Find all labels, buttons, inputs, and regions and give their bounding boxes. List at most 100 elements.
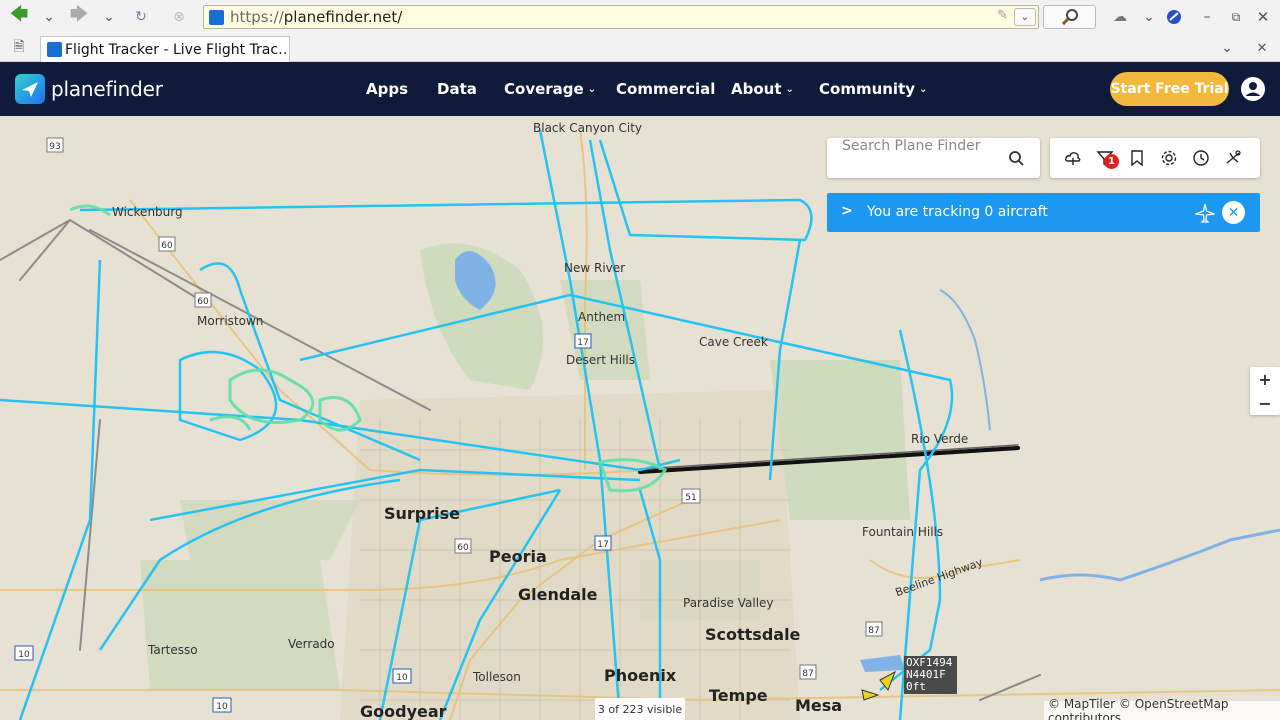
route-shield: 17 (597, 540, 608, 550)
place-label: Black Canyon City (533, 121, 643, 135)
search-icon[interactable] (1009, 151, 1024, 166)
chevron-down-icon: ⌄ (785, 83, 794, 95)
route-shield: 93 (49, 142, 60, 152)
route-shield: 60 (197, 297, 209, 307)
route-shield: 60 (161, 241, 173, 251)
stop-icon[interactable]: ⊗ (168, 6, 190, 28)
back-icon[interactable]: 🡄 (8, 4, 30, 28)
account-icon[interactable] (1241, 77, 1265, 101)
planefinder-logo[interactable]: planefinder (15, 74, 163, 104)
tab-flight-tracker[interactable]: Flight Tracker - Live Flight Trac… (40, 36, 290, 62)
extension-icon[interactable]: ☁ (1109, 6, 1131, 28)
bookmark-pen-icon[interactable]: ✎ (997, 8, 1008, 23)
tab-close-icon[interactable]: ✕ (1251, 37, 1273, 59)
visible-aircraft-count: 3 of 223 visible (595, 698, 685, 720)
magnifier-icon (1061, 9, 1078, 25)
place-label: Paradise Valley (683, 596, 774, 610)
site-header: planefinder Apps Data Coverage ⌄ Commerci… (0, 62, 1280, 116)
browser-search-button[interactable] (1043, 5, 1096, 29)
place-label: Goodyear (360, 702, 447, 720)
nav-community[interactable]: Community ⌄ (819, 62, 927, 116)
zoom-control: + − (1250, 367, 1280, 415)
route-shield: 51 (685, 493, 696, 503)
route-shield: 17 (577, 338, 588, 348)
place-label: Tempe (709, 686, 768, 705)
place-label: Anthem (578, 310, 626, 324)
filter-count-badge: 1 (1104, 154, 1119, 169)
url-bar[interactable]: https://planefinder.net/ ✎ ⌄ (203, 5, 1039, 29)
url-protocol: https:// (230, 8, 284, 26)
close-tracking-button[interactable]: ✕ (1222, 201, 1245, 224)
playback-icon[interactable] (1224, 149, 1242, 167)
flight-label[interactable]: OXF1494 N4401F 0ft (904, 656, 957, 694)
place-label: Morristown (197, 314, 264, 328)
search-input[interactable]: Search Plane Finder (842, 138, 980, 154)
reload-icon[interactable]: ↻ (130, 6, 152, 28)
place-label: Glendale (518, 585, 598, 604)
route-shield: 10 (216, 702, 228, 712)
place-label: Scottsdale (705, 625, 801, 644)
plane-logo-icon (15, 74, 45, 104)
logo-text: planefinder (51, 77, 163, 101)
route-shield: 87 (802, 669, 813, 679)
nav-label: Commercial (616, 80, 716, 98)
nav-label: Apps (366, 80, 409, 98)
tab-overflow-chevron-icon[interactable]: ⌄ (1216, 37, 1238, 59)
place-label: Cave Creek (699, 335, 768, 349)
nav-commercial[interactable]: Commercial (616, 62, 715, 116)
settings-icon[interactable] (1160, 149, 1178, 167)
chevron-down-icon: ⌄ (919, 83, 928, 95)
place-label: Peoria (489, 547, 547, 566)
route-shield: 87 (868, 626, 879, 636)
nav-label: Coverage (504, 80, 584, 98)
place-label: Fountain Hills (862, 525, 944, 539)
route-shield: 10 (396, 673, 408, 683)
nav-apps[interactable]: Apps (366, 62, 408, 116)
tracking-text: You are tracking 0 aircraft (867, 204, 1048, 220)
restore-icon[interactable]: ⧉ (1225, 6, 1247, 28)
tracking-bar[interactable]: > You are tracking 0 aircraft (827, 193, 1260, 232)
tab-favicon-icon (47, 42, 62, 57)
flight-altitude: 0ft (906, 680, 926, 693)
map-tools-panel (1050, 138, 1260, 178)
nav-label: Data (437, 80, 477, 98)
place-label: Tartesso (148, 643, 198, 657)
url-dropdown-button[interactable]: ⌄ (1014, 8, 1036, 26)
zoom-out-button[interactable]: − (1250, 391, 1280, 415)
forward-icon[interactable]: 🡆 (68, 4, 90, 28)
forward-history-chevron-icon[interactable]: ⌄ (98, 6, 120, 28)
site-favicon-icon (209, 10, 224, 25)
browser-logo-icon[interactable] (1163, 6, 1185, 28)
url-host: planefinder.net/ (283, 8, 403, 26)
tab-bar: 🗎 Flight Tracker - Live Flight Trac… ⌄ ✕ (0, 35, 1280, 62)
place-label: Tolleson (473, 670, 521, 684)
nav-coverage[interactable]: Coverage ⌄ (504, 62, 596, 116)
bookmark-icon[interactable] (1128, 149, 1146, 167)
nav-about[interactable]: About ⌄ (731, 62, 794, 116)
nav-data[interactable]: Data (437, 62, 477, 116)
back-history-chevron-icon[interactable]: ⌄ (38, 6, 60, 28)
expand-arrow-icon[interactable]: > (841, 203, 853, 219)
minimize-icon[interactable]: – (1196, 6, 1218, 28)
extension-menu-chevron-icon[interactable]: ⌄ (1138, 6, 1160, 28)
start-free-trial-button[interactable]: Start Free Trial (1110, 72, 1229, 106)
place-label: Rio Verde (911, 432, 969, 446)
place-label: Wickenburg (112, 205, 183, 219)
history-icon[interactable] (1192, 149, 1210, 167)
place-label: Mesa (795, 696, 843, 715)
nav-label: Community (819, 80, 916, 98)
plane-outline-icon (1195, 203, 1215, 223)
tab-title: Flight Tracker - Live Flight Trac… (65, 41, 290, 58)
route-shield: 10 (18, 650, 30, 660)
place-label: Verrado (288, 637, 335, 651)
browser-toolbar: 🡄 ⌄ 🡆 ⌄ ↻ ⊗ https://planefinder.net/ ✎ ⌄… (0, 0, 1280, 35)
zoom-in-button[interactable]: + (1250, 367, 1280, 391)
window-close-icon[interactable]: ✕ (1252, 6, 1274, 28)
cloud-icon[interactable] (1064, 149, 1082, 167)
map-attribution[interactable]: © MapTiler © OpenStreetMap contributors (1044, 697, 1280, 720)
tab-list-icon[interactable]: 🗎 (8, 37, 30, 59)
nav-label: About (731, 80, 782, 98)
place-label: Desert Hills (566, 353, 635, 367)
chevron-down-icon: ⌄ (587, 83, 597, 95)
place-label: Surprise (384, 504, 461, 523)
